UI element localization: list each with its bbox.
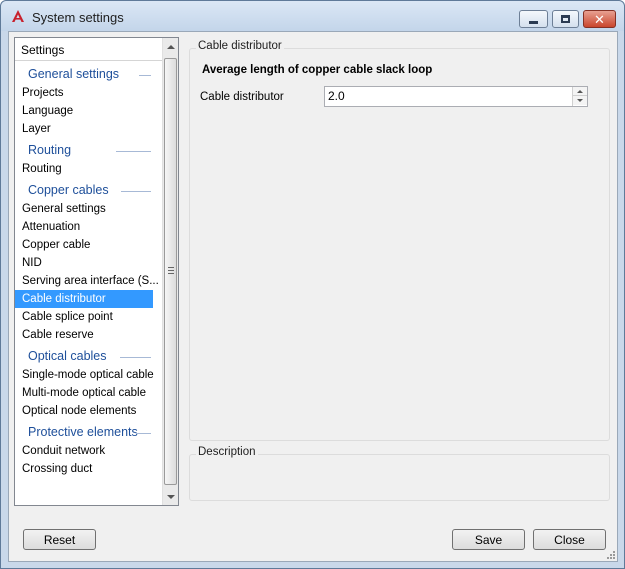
tree-item[interactable]: Conduit network	[15, 442, 162, 460]
tree-group-header: Copper cables	[15, 182, 162, 200]
tree-item[interactable]: Language	[15, 102, 162, 120]
minimize-icon	[529, 20, 538, 24]
groupbox-title: Cable distributor	[196, 40, 284, 52]
maximize-icon	[561, 15, 570, 23]
arrow-down-icon	[167, 494, 175, 499]
autocad-app-icon	[12, 10, 24, 22]
system-settings-window: System settings ✕ Settings General setti…	[0, 0, 625, 569]
settings-tree[interactable]: Settings General settings Projects Languag…	[14, 37, 179, 506]
tree-group-divider	[120, 357, 151, 358]
tree-item[interactable]: Copper cable	[15, 236, 162, 254]
tree-item[interactable]: General settings	[15, 200, 162, 218]
tree-item[interactable]: Cable reserve	[15, 326, 162, 344]
cable-distributor-groupbox: Cable distributor Average length of copp…	[189, 40, 610, 441]
tree-group-label: General settings	[28, 67, 120, 81]
spin-up-button[interactable]	[573, 87, 587, 96]
tree-item[interactable]: Serving area interface (S...	[15, 272, 162, 290]
tree-item[interactable]: NID	[15, 254, 162, 272]
settings-tree-list: General settings Projects Language Layer Rou…	[15, 62, 162, 478]
tree-group-divider	[121, 191, 151, 192]
window-close-button[interactable]: ✕	[583, 10, 616, 28]
arrow-down-icon	[577, 99, 583, 102]
tree-group-label: Routing	[28, 143, 72, 157]
tree-scrollbar[interactable]	[162, 38, 178, 505]
tree-item[interactable]: Attenuation	[15, 218, 162, 236]
description-title: Description	[196, 446, 258, 458]
scroll-down-button[interactable]	[163, 488, 179, 505]
spinner-buttons	[572, 87, 587, 106]
tree-item[interactable]: Optical node elements	[15, 402, 162, 420]
cable-distributor-value-spinner[interactable]: 2.0	[324, 86, 588, 107]
settings-tree-header: Settings	[15, 38, 162, 61]
tree-item[interactable]: Cable splice point	[15, 308, 162, 326]
save-button[interactable]: Save	[452, 529, 525, 550]
tree-item[interactable]: Layer	[15, 120, 162, 138]
close-button[interactable]: Close	[533, 529, 606, 550]
tree-item[interactable]: Single-mode optical cable	[15, 366, 162, 384]
tree-group-label: Optical cables	[28, 349, 107, 363]
property-label: Cable distributor	[200, 91, 284, 103]
description-groupbox: Description	[189, 446, 610, 501]
tree-group-label: Copper cables	[28, 183, 109, 197]
tree-item[interactable]: Crossing duct	[15, 460, 162, 478]
window-title: System settings	[32, 10, 124, 25]
dialog-client-area: Settings General settings Projects Languag…	[8, 31, 618, 562]
reset-button[interactable]: Reset	[23, 529, 96, 550]
spin-down-button[interactable]	[573, 96, 587, 105]
tree-group-header: General settings	[15, 66, 162, 84]
section-heading: Average length of copper cable slack loo…	[202, 64, 433, 76]
tree-item[interactable]: Projects	[15, 84, 162, 102]
tree-group-label: Protective elements	[28, 425, 138, 439]
minimize-button[interactable]	[519, 10, 548, 28]
spinner-value[interactable]: 2.0	[328, 89, 345, 103]
tree-group-divider	[139, 75, 151, 76]
scroll-up-button[interactable]	[163, 38, 179, 55]
title-bar[interactable]: System settings ✕	[1, 1, 624, 31]
tree-item[interactable]: Multi-mode optical cable	[15, 384, 162, 402]
grip-icon	[168, 267, 174, 274]
close-icon: ✕	[594, 11, 605, 27]
tree-group-header: Routing	[15, 142, 162, 160]
arrow-up-icon	[577, 89, 583, 93]
tree-group-divider	[116, 151, 151, 152]
scroll-thumb[interactable]	[164, 58, 177, 485]
arrow-up-icon	[167, 44, 175, 49]
maximize-button[interactable]	[552, 10, 579, 28]
tree-group-header: Optical cables	[15, 348, 162, 366]
resize-grip-icon[interactable]	[605, 549, 615, 559]
tree-item[interactable]: Cable distributor	[15, 290, 153, 308]
tree-group-header: Protective elements	[15, 424, 162, 442]
tree-item[interactable]: Routing	[15, 160, 162, 178]
tree-group-divider	[136, 433, 151, 434]
